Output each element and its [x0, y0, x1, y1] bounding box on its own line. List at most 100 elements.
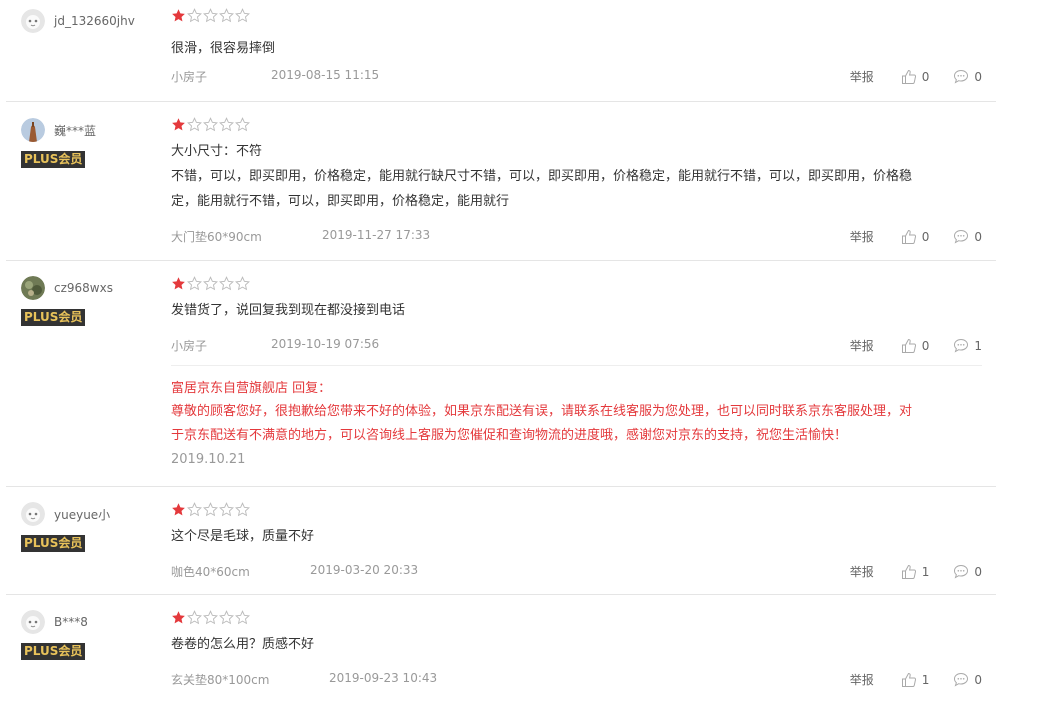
review-date: 2019-09-23 10:43 — [329, 671, 438, 685]
avatar[interactable] — [21, 276, 45, 300]
star-icon — [171, 8, 186, 23]
star-icon — [203, 8, 218, 23]
comment-count: 1 — [974, 338, 982, 353]
star-icon — [171, 610, 186, 625]
like-button[interactable]: 0 — [901, 338, 930, 354]
review-user: jd_132660jhv — [21, 9, 161, 33]
thumbs-up-icon — [901, 229, 916, 244]
comment-button[interactable]: 0 — [953, 229, 982, 244]
seller-reply: 富居京东自营旗舰店 回复： 尊敬的顾客您好，很抱歉给您带来不好的体验，如果京东配… — [171, 365, 982, 472]
thumbs-up-icon — [901, 672, 916, 687]
review-user: yueyue小 PLUS会员 — [21, 502, 161, 552]
review-meta: 咖色40*60cm 2019-03-20 20:33 举报 1 0 — [171, 563, 982, 581]
avatar[interactable] — [21, 9, 45, 33]
star-rating — [171, 8, 982, 24]
review-user: 巍***蓝 PLUS会员 — [21, 118, 161, 168]
comment-button[interactable]: 0 — [953, 564, 982, 579]
star-rating — [171, 117, 982, 133]
comment-bubble-icon — [954, 338, 969, 353]
product-spec: 玄关垫80*100cm — [171, 673, 270, 687]
review-body: 很滑，很容易摔倒 — [171, 8, 982, 61]
review-actions: 举报 1 0 — [850, 563, 982, 580]
star-icon — [219, 117, 234, 132]
plus-member-badge: PLUS会员 — [21, 309, 86, 326]
like-count: 0 — [921, 338, 930, 353]
star-icon — [235, 610, 250, 625]
report-button[interactable]: 举报 — [850, 68, 874, 85]
review-item: 巍***蓝 PLUS会员 大小尺寸：不符 不错，可以，即买即用，价格稳定，能用就… — [6, 102, 996, 261]
comment-button[interactable]: 0 — [953, 69, 982, 84]
user-name: yueyue小 — [54, 507, 111, 522]
review-meta: 玄关垫80*100cm 2019-09-23 10:43 举报 1 0 — [171, 671, 982, 689]
comment-count: 0 — [974, 672, 982, 687]
star-icon — [235, 276, 250, 291]
review-actions: 举报 0 0 — [850, 68, 982, 85]
star-icon — [171, 117, 186, 132]
avatar[interactable] — [21, 502, 45, 526]
comment-bubble-icon — [954, 69, 969, 84]
like-button[interactable]: 1 — [901, 672, 930, 688]
star-icon — [171, 276, 186, 291]
star-icon — [235, 8, 250, 23]
review-actions: 举报 1 0 — [850, 671, 982, 688]
comment-button[interactable]: 1 — [953, 338, 982, 353]
star-icon — [203, 117, 218, 132]
review-item: yueyue小 PLUS会员 这个尽是毛球，质量不好 咖色40*60cm 201… — [6, 487, 996, 595]
review-item: cz968wxs PLUS会员 发错货了，说回复我到现在都没接到电话 小房子 2… — [6, 261, 996, 487]
like-button[interactable]: 0 — [901, 69, 930, 85]
review-user: B***8 PLUS会员 — [21, 610, 161, 660]
star-icon — [219, 276, 234, 291]
review-date: 2019-11-27 17:33 — [322, 228, 431, 242]
star-icon — [219, 610, 234, 625]
star-icon — [187, 117, 202, 132]
review-text: 不错，可以，即买即用，价格稳定，能用就行缺尺寸不错，可以，即买即用，价格稳定，能… — [171, 169, 913, 184]
star-icon — [171, 502, 186, 517]
product-spec: 咖色40*60cm — [171, 565, 250, 579]
like-button[interactable]: 0 — [901, 229, 930, 245]
star-rating — [171, 610, 982, 626]
like-count: 1 — [921, 672, 930, 687]
thumbs-up-icon — [901, 338, 916, 353]
reply-text: 尊敬的顾客您好，很抱歉给您带来不好的体验，如果京东配送有误，请联系在线客服为您处… — [171, 404, 913, 419]
like-button[interactable]: 1 — [901, 564, 930, 580]
report-button[interactable]: 举报 — [850, 563, 874, 580]
review-user: cz968wxs PLUS会员 — [21, 276, 161, 326]
comment-button[interactable]: 0 — [953, 672, 982, 687]
review-text: 大小尺寸：不符 — [171, 144, 263, 159]
star-icon — [187, 8, 202, 23]
report-button[interactable]: 举报 — [850, 228, 874, 245]
avatar[interactable] — [21, 118, 45, 142]
review-actions: 举报 0 1 — [850, 337, 982, 354]
user-name: cz968wxs — [54, 281, 113, 295]
review-body: 大小尺寸：不符 不错，可以，即买即用，价格稳定，能用就行缺尺寸不错，可以，即买即… — [171, 117, 982, 214]
review-list: jd_132660jhv 很滑，很容易摔倒 小房子 2019-08-15 11:… — [6, 0, 996, 705]
star-icon — [235, 502, 250, 517]
user-name: B***8 — [54, 615, 88, 629]
comment-bubble-icon — [954, 672, 969, 687]
review-actions: 举报 0 0 — [850, 228, 982, 245]
review-text: 这个尽是毛球，质量不好 — [171, 529, 315, 544]
star-icon — [203, 610, 218, 625]
review-item: jd_132660jhv 很滑，很容易摔倒 小房子 2019-08-15 11:… — [6, 0, 996, 102]
report-button[interactable]: 举报 — [850, 671, 874, 688]
report-button[interactable]: 举报 — [850, 337, 874, 354]
star-rating — [171, 276, 982, 292]
avatar[interactable] — [21, 610, 45, 634]
comment-count: 0 — [974, 564, 982, 579]
product-spec: 大门垫60*90cm — [171, 230, 262, 244]
like-count: 0 — [921, 69, 930, 84]
review-date: 2019-08-15 11:15 — [271, 68, 380, 82]
like-count: 1 — [921, 564, 930, 579]
comment-bubble-icon — [954, 564, 969, 579]
review-text: 卷卷的怎么用？质感不好 — [171, 637, 315, 652]
review-body: 卷卷的怎么用？质感不好 — [171, 610, 982, 657]
comment-count: 0 — [974, 229, 982, 244]
star-icon — [203, 502, 218, 517]
like-count: 0 — [921, 229, 930, 244]
reply-date: 2019.10.21 — [171, 452, 246, 467]
review-meta: 大门垫60*90cm 2019-11-27 17:33 举报 0 0 — [171, 228, 982, 246]
thumbs-up-icon — [901, 69, 916, 84]
user-name: 巍***蓝 — [54, 123, 97, 138]
star-rating — [171, 502, 982, 518]
reply-text: 于京东配送有不满意的地方，可以咨询线上客服为您催促和查询物流的进度哦，感谢您对京… — [171, 428, 848, 443]
